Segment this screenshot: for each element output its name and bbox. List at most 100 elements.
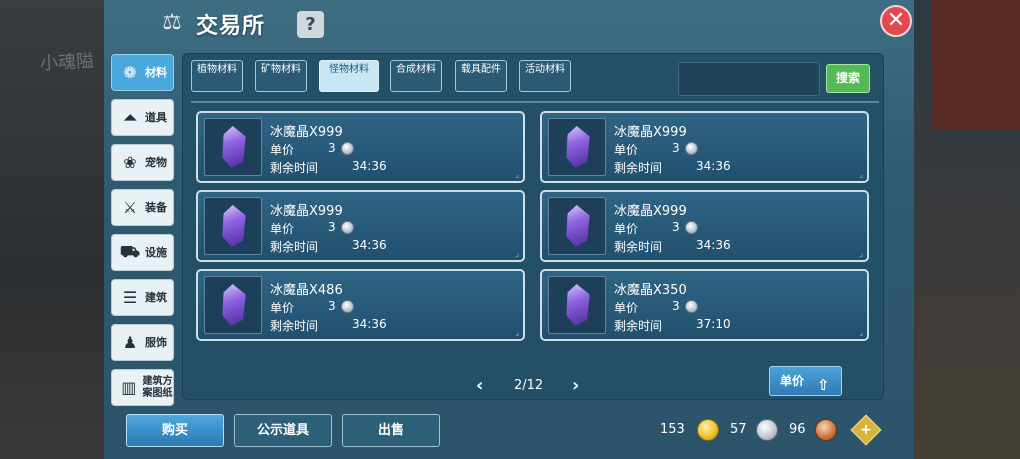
close-button[interactable]: ✕ [880,5,912,37]
sidebar-item-7[interactable]: ♟ 服饰 [111,324,174,361]
materials-icon: ❁ [123,63,137,82]
item-name: 冰魔晶X350 [614,283,687,298]
price-value: 3 [328,299,336,313]
help-button[interactable]: ? [297,11,324,38]
background-wall [932,0,1020,130]
scale-icon: ⚖ [162,10,182,35]
silver-coin-icon [341,221,354,234]
sidebar-item-1[interactable]: ❁ 材料 [111,54,174,91]
gold-amount: 153 [660,422,685,437]
page-indicator: 2/12 [514,378,544,393]
tab-3[interactable]: 怪物材料 [319,60,379,92]
sort-up-icon: ⇧ [817,376,830,394]
facility-icon: ⛟ [119,242,141,261]
tab-5[interactable]: 载具配件 [455,60,507,92]
sidebar-item-label: 服饰 [145,335,167,349]
corner-mark-icon: ⌟ [859,249,863,258]
listing-card[interactable]: 冰魔晶X999 单价 3 剩余时间 34:36 ⌟ [196,111,525,183]
corner-mark-icon: ⌟ [515,170,519,179]
price-label: 单价 [270,301,295,315]
listing-card[interactable]: 冰魔晶X350 单价 3 剩余时间 37:10 ⌟ [540,269,869,341]
item-thumbnail [204,276,262,334]
time-remaining: 34:36 [696,159,731,173]
price-label: 单价 [614,222,639,236]
clothing-icon: ♟ [122,333,138,352]
sidebar-item-label: 材料 [145,65,167,79]
sidebar-item-label: 设施 [145,245,167,259]
item-name: 冰魔晶X999 [614,204,687,219]
time-remaining: 34:36 [352,238,387,252]
tab-1[interactable]: 植物材料 [191,60,243,92]
market-content: 植物材料 矿物材料 怪物材料 合成材料 载具配件 活动材料 搜索 冰魔晶X999 单价 3 剩余… [182,53,884,400]
tab-4[interactable]: 合成材料 [390,60,442,92]
silver-coin-icon [341,300,354,313]
time-label: 剩余时间 [614,161,663,175]
pager: ‹ 2/12 › [476,375,596,397]
time-label: 剩余时间 [270,161,319,175]
sort-by-price-button[interactable]: 单价 ⇧ [769,366,842,396]
silver-coin-icon [341,142,354,155]
ice-crystal-icon [222,284,246,326]
search-input[interactable] [678,62,820,96]
sidebar-item-5[interactable]: ⛟ 设施 [111,234,174,271]
listing-card[interactable]: 冰魔晶X999 单价 3 剩余时间 34:36 ⌟ [540,111,869,183]
sidebar-item-3[interactable]: ❀ 宠物 [111,144,174,181]
ice-crystal-icon [566,126,590,168]
tab-2[interactable]: 矿物材料 [255,60,307,92]
ice-crystal-icon [222,126,246,168]
gold-coin-icon [697,419,719,441]
corner-mark-icon: ⌟ [515,249,519,258]
sidebar-item-label: 建筑方案图纸 [142,375,173,399]
sell-button[interactable]: 出售 [342,414,440,447]
sidebar-item-2[interactable]: ⏶ 道具 [111,99,174,136]
listing-card[interactable]: 冰魔晶X999 单价 3 剩余时间 34:36 ⌟ [540,190,869,262]
buy-button[interactable]: 购买 [126,414,224,447]
price-value: 3 [672,220,680,234]
item-name: 冰魔晶X999 [614,125,687,140]
price-label: 单价 [270,143,295,157]
item-name: 冰魔晶X999 [270,204,343,219]
item-name: 冰魔晶X486 [270,283,343,298]
corner-mark-icon: ⌟ [859,170,863,179]
background-left: 小魂隘 [0,0,110,459]
silver-coin-icon [685,221,698,234]
divider [191,101,879,103]
close-icon: ✕ [886,8,906,33]
sidebar-item-label: 建筑 [145,290,167,304]
sidebar-item-4[interactable]: ⚔ 装备 [111,189,174,226]
price-label: 单价 [614,301,639,315]
next-page-button[interactable]: › [572,375,579,396]
price-value: 3 [672,299,680,313]
page-title: 交易所 [196,14,266,39]
background-right [912,0,1020,459]
silver-coin-icon [685,300,698,313]
sidebar-item-label: 宠物 [145,155,167,169]
time-remaining: 37:10 [696,317,731,331]
corner-mark-icon: ⌟ [515,328,519,337]
prev-page-button[interactable]: ‹ [476,375,483,396]
sidebar-item-8[interactable]: ▥ 建筑方案图纸 [111,369,174,406]
item-thumbnail [548,118,606,176]
sidebar-item-6[interactable]: ☰ 建筑 [111,279,174,316]
price-label: 单价 [270,222,295,236]
time-label: 剩余时间 [270,319,319,333]
listing-card[interactable]: 冰魔晶X999 单价 3 剩余时间 34:36 ⌟ [196,190,525,262]
tab-6[interactable]: 活动材料 [519,60,571,92]
sword-icon: ⚔ [122,198,138,217]
search-button[interactable]: 搜索 [826,64,870,93]
time-label: 剩余时间 [614,319,663,333]
background-text: 小魂隘 [39,50,95,75]
ice-crystal-icon [566,205,590,247]
time-label: 剩余时间 [270,240,319,254]
copper-amount: 96 [789,422,806,437]
price-value: 3 [328,141,336,155]
title-bar: ⚖ 交易所 ? [104,0,914,48]
listing-card[interactable]: 冰魔晶X486 单价 3 剩余时间 34:36 ⌟ [196,269,525,341]
price-value: 3 [672,141,680,155]
blueprint-icon: ▥ [121,378,137,397]
time-label: 剩余时间 [614,240,663,254]
public-items-button[interactable]: 公示道具 [234,414,332,447]
building-icon: ☰ [122,288,138,307]
item-thumbnail [548,197,606,255]
item-thumbnail [204,197,262,255]
